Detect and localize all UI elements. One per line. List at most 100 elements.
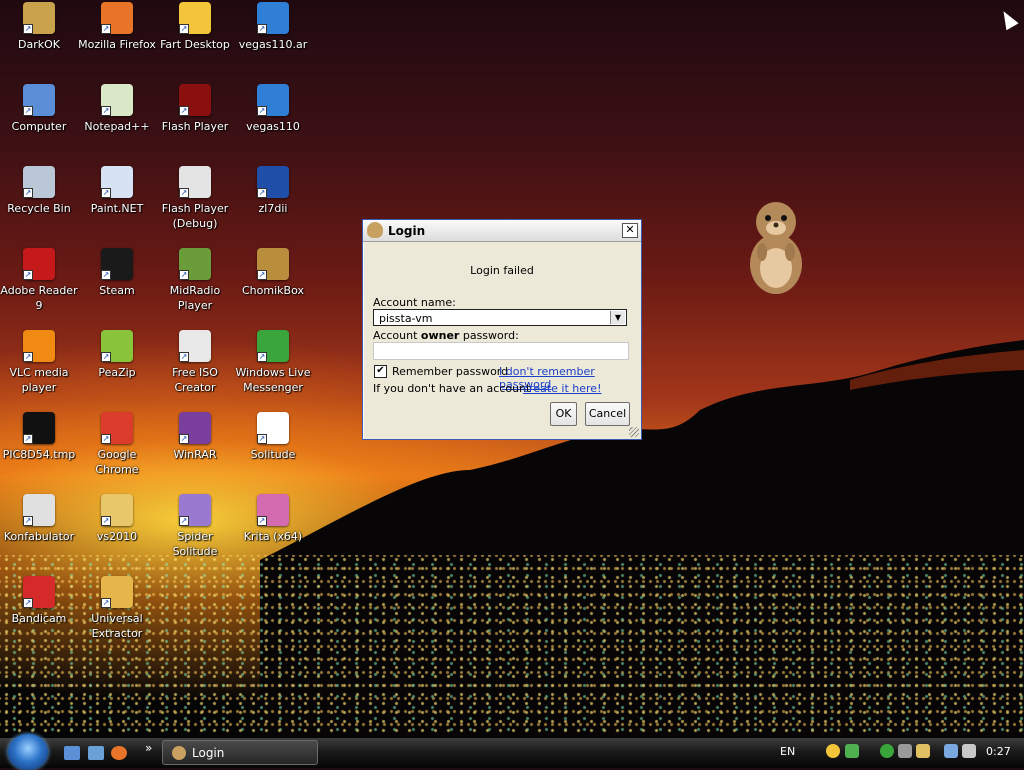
desktop-icon-label: Konfabulator xyxy=(3,530,75,543)
flash-debug-icon: ↗ xyxy=(179,166,211,198)
desktop-icon-notepad[interactable]: ↗ Notepad++ xyxy=(78,84,156,134)
taskbar-item-label: Login xyxy=(192,746,225,760)
desktop-icon-windows-live-messenger[interactable]: ↗ Windows Live Messenger xyxy=(234,330,312,395)
start-button[interactable] xyxy=(8,734,48,770)
switch-windows-icon[interactable] xyxy=(88,746,104,760)
desktop-icon-winrar[interactable]: ↗ WinRAR xyxy=(156,412,234,462)
show-desktop-icon[interactable] xyxy=(64,746,80,760)
shortcut-arrow-icon: ↗ xyxy=(23,24,33,34)
tray-check-icon[interactable] xyxy=(845,744,859,758)
folder-icon: ↗ xyxy=(101,494,133,526)
spider-cards-icon: ↗ xyxy=(179,494,211,526)
close-button[interactable]: ✕ xyxy=(622,223,638,238)
konfabulator-icon: ↗ xyxy=(23,494,55,526)
desktop-icon-label: Adobe Reader 9 xyxy=(0,284,78,312)
cancel-button[interactable]: Cancel xyxy=(585,402,630,426)
shortcut-arrow-icon: ↗ xyxy=(101,598,111,608)
language-indicator[interactable]: EN xyxy=(780,745,795,758)
desktop-icon-chomikbox[interactable]: ↗ ChomikBox xyxy=(234,248,312,298)
folder-zip-icon: ↗ xyxy=(23,2,55,34)
cards-icon: ↗ xyxy=(257,412,289,444)
shortcut-arrow-icon: ↗ xyxy=(179,434,189,444)
password-input[interactable] xyxy=(373,342,629,360)
messenger-tray-icon[interactable] xyxy=(880,744,894,758)
desktop-icon-label: Notepad++ xyxy=(84,120,150,133)
shortcut-arrow-icon: ↗ xyxy=(101,188,111,198)
shortcut-arrow-icon: ↗ xyxy=(257,188,267,198)
shortcut-arrow-icon: ↗ xyxy=(257,516,267,526)
desktop-icon-label: Windows Live Messenger xyxy=(235,366,311,394)
desktop-icon-label: Mozilla Firefox xyxy=(78,38,156,51)
desktop-icon-label: vs2010 xyxy=(96,530,138,543)
desktop-icon-label: vegas110 xyxy=(246,120,300,133)
desktop-icon-zl7dii[interactable]: ↗ zl7dii xyxy=(234,166,312,216)
shortcut-arrow-icon: ↗ xyxy=(101,516,111,526)
shortcut-arrow-icon: ↗ xyxy=(179,106,189,116)
desktop-icon-label: vegas110.ar xyxy=(238,38,308,51)
desktop-icon-konfabulator[interactable]: ↗ Konfabulator xyxy=(0,494,78,544)
shortcut-arrow-icon: ↗ xyxy=(23,434,33,444)
dialog-title: Login xyxy=(388,224,426,238)
desktop-icon-vlc-media-player[interactable]: ↗ VLC media player xyxy=(0,330,78,395)
desktop-icon-fart-desktop[interactable]: ↗ Fart Desktop xyxy=(156,2,234,52)
login-dialog: Login ✕ Login failed Account name: pisst… xyxy=(362,219,642,440)
account-name-value[interactable]: pissta-vm xyxy=(379,312,432,325)
desktop-icon-vegas110[interactable]: ↗ vegas110 xyxy=(234,84,312,134)
tray-app-icon[interactable] xyxy=(826,744,840,758)
desktop-icon-recycle-bin[interactable]: ↗ Recycle Bin xyxy=(0,166,78,216)
winrar-icon: ↗ xyxy=(179,412,211,444)
desktop-icon-paint-net[interactable]: ↗ Paint.NET xyxy=(78,166,156,216)
desktop-icon-mozilla-firefox[interactable]: ↗ Mozilla Firefox xyxy=(78,2,156,52)
desktop-icon-label: Google Chrome xyxy=(95,448,139,476)
desktop-icon-label: Krita (x64) xyxy=(243,530,303,543)
firefox-icon[interactable] xyxy=(111,746,127,760)
desktop-icon-krita-x64[interactable]: ↗ Krita (x64) xyxy=(234,494,312,544)
globe-icon: ↗ xyxy=(257,84,289,116)
shortcut-arrow-icon: ↗ xyxy=(179,352,189,362)
remember-password-checkbox[interactable]: ✔ xyxy=(374,365,387,378)
desktop-icon-free-iso-creator[interactable]: ↗ Free ISO Creator xyxy=(156,330,234,395)
recycle-bin-icon: ↗ xyxy=(23,166,55,198)
quicklaunch-overflow-icon[interactable]: » xyxy=(145,741,152,755)
desktop-icon-vegas110-ar[interactable]: ↗ vegas110.ar xyxy=(234,2,312,52)
network-icon[interactable] xyxy=(944,744,958,758)
desktop-icon-pic8d54-tmp[interactable]: ↗ PIC8D54.tmp xyxy=(0,412,78,462)
dialog-titlebar[interactable]: Login ✕ xyxy=(363,220,641,242)
desktop-icon-flash-player-debug[interactable]: ↗ Flash Player (Debug) xyxy=(156,166,234,231)
desktop-icon-adobe-reader-9[interactable]: ↗ Adobe Reader 9 xyxy=(0,248,78,313)
account-name-combobox[interactable]: pissta-vm ▼ xyxy=(373,309,627,326)
taskbar-item-login[interactable]: Login xyxy=(162,740,318,765)
desktop-icon-darkok[interactable]: ↗ DarkOK xyxy=(0,2,78,52)
shortcut-arrow-icon: ↗ xyxy=(179,24,189,34)
desktop-icon-computer[interactable]: ↗ Computer xyxy=(0,84,78,134)
tray-shield-icon[interactable] xyxy=(916,744,930,758)
vlc-cone-icon: ↗ xyxy=(23,330,55,362)
desktop-icon-steam[interactable]: ↗ Steam xyxy=(78,248,156,298)
desktop-icon-google-chrome[interactable]: ↗ Google Chrome xyxy=(78,412,156,477)
hamster-box-icon: ↗ xyxy=(257,248,289,280)
create-account-link[interactable]: create it here! xyxy=(523,382,601,395)
desktop-icon-universal-extractor[interactable]: ↗ Universal Extractor xyxy=(78,576,156,641)
ok-button[interactable]: OK xyxy=(550,402,577,426)
shortcut-arrow-icon: ↗ xyxy=(257,106,267,116)
desktop-icon-peazip[interactable]: ↗ PeaZip xyxy=(78,330,156,380)
desktop-gopher-mascot[interactable] xyxy=(742,196,810,296)
desktop-icon-vs2010[interactable]: ↗ vs2010 xyxy=(78,494,156,544)
taskbar: » Login EN 0:27 xyxy=(0,734,1024,770)
desktop-icon-solitude[interactable]: ↗ Solitude xyxy=(234,412,312,462)
shortcut-arrow-icon: ↗ xyxy=(257,270,267,280)
desktop-icon-flash-player[interactable]: ↗ Flash Player xyxy=(156,84,234,134)
desktop-icon-label: Solitude xyxy=(250,448,296,461)
shortcut-arrow-icon: ↗ xyxy=(23,516,33,526)
chevron-down-icon[interactable]: ▼ xyxy=(610,311,625,324)
tray-device-icon[interactable] xyxy=(898,744,912,758)
desktop-icon-midradio-player[interactable]: ↗ MidRadio Player xyxy=(156,248,234,313)
desktop-icon-bandicam[interactable]: ↗ Bandicam xyxy=(0,576,78,626)
resize-grip-icon[interactable] xyxy=(629,427,639,437)
desktop-icon-label: Universal Extractor xyxy=(91,612,143,640)
flash-file-icon: ↗ xyxy=(257,166,289,198)
desktop-icon-spider-solitude[interactable]: ↗ Spider Solitude xyxy=(156,494,234,559)
volume-icon[interactable] xyxy=(962,744,976,758)
clock[interactable]: 0:27 xyxy=(986,745,1011,758)
shortcut-arrow-icon: ↗ xyxy=(257,24,267,34)
